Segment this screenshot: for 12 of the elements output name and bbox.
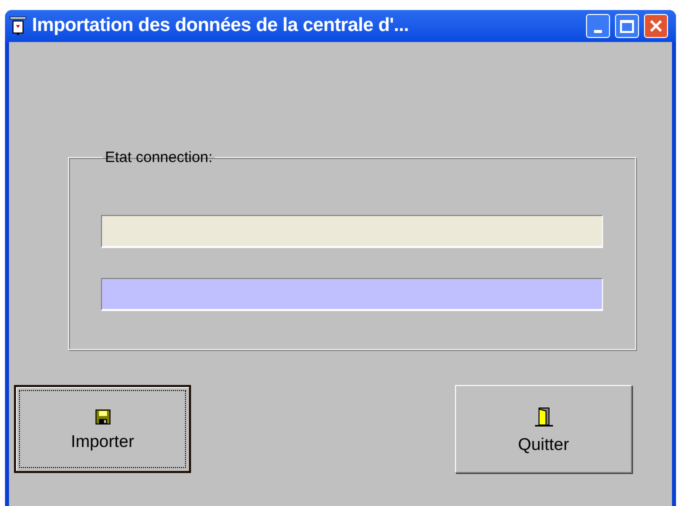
window-title: Importation des données de la centrale d'... <box>32 14 410 38</box>
import-button[interactable]: Importer <box>14 385 191 473</box>
door-icon <box>532 406 554 428</box>
close-button[interactable] <box>644 14 668 38</box>
minimize-icon <box>594 30 602 33</box>
close-icon <box>649 19 663 33</box>
app-icon <box>9 16 27 36</box>
group-label: Etat connection: <box>104 150 214 165</box>
minimize-button[interactable] <box>586 14 610 38</box>
maximize-button[interactable] <box>615 14 639 38</box>
maximize-icon <box>620 20 634 32</box>
quit-button[interactable]: Quitter <box>455 385 632 473</box>
